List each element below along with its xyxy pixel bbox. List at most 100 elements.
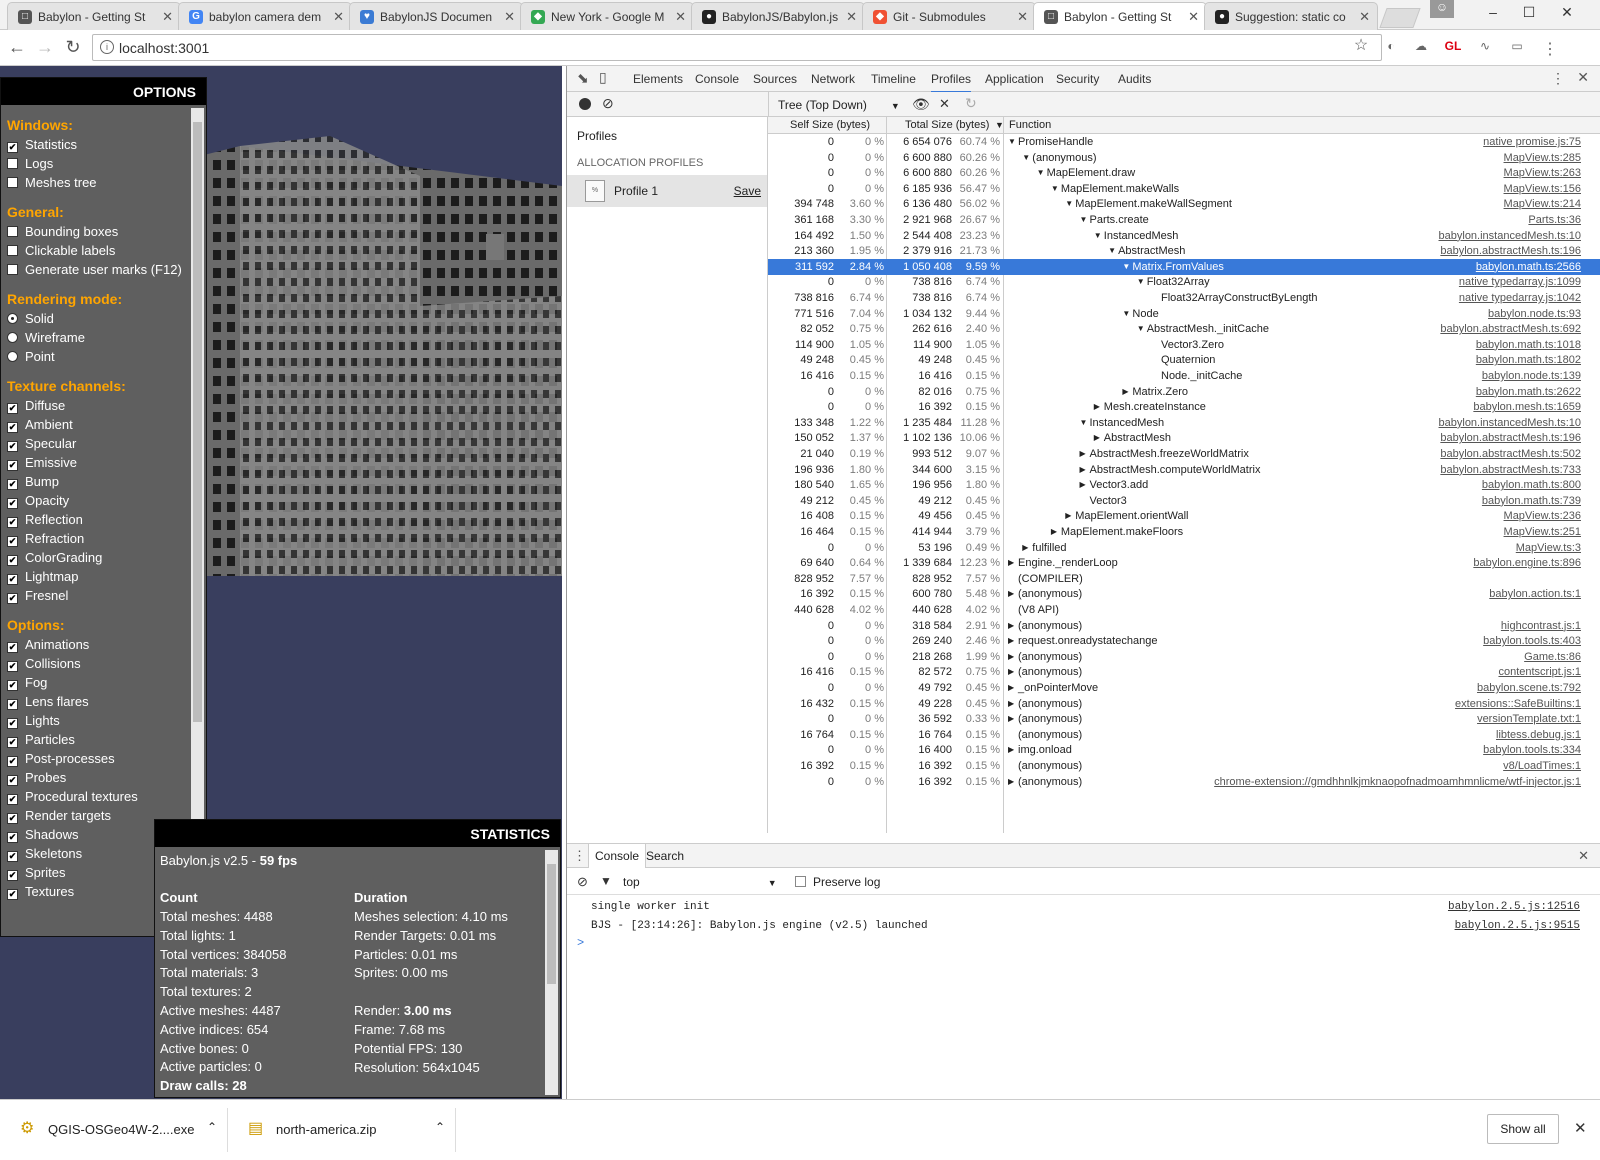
checkbox[interactable]: ✔ — [7, 889, 18, 900]
table-row[interactable]: 0 0 % 16 392 0.15 % ▶ (anonymous) chrome-exten… — [768, 774, 1600, 790]
info-icon[interactable]: i — [100, 40, 114, 54]
option-item[interactable]: ✔ Lens flares — [1, 692, 206, 711]
devtools-tab[interactable]: Network — [811, 72, 855, 86]
checkbox[interactable]: ✔ — [7, 718, 18, 729]
save-link[interactable]: Save — [734, 184, 761, 198]
option-item[interactable]: Solid — [1, 309, 206, 328]
profile-item[interactable]: % Profile 1 Save — [567, 175, 767, 207]
collapsed-triangle-icon[interactable]: ▶ — [1008, 774, 1014, 790]
table-row[interactable]: 440 628 4.02 % 440 628 4.02 % (V8 API) — [768, 602, 1600, 618]
table-row[interactable]: 394 748 3.60 % 6 136 480 56.02 % ▼ MapElement… — [768, 196, 1600, 212]
focus-eye-icon[interactable]: 👁 — [912, 96, 930, 113]
option-item[interactable]: Meshes tree — [1, 173, 206, 192]
checkbox[interactable]: ✔ — [7, 870, 18, 881]
checkbox[interactable]: ✔ — [7, 699, 18, 710]
exclude-icon[interactable]: ✕ — [939, 96, 950, 112]
table-row[interactable]: 0 0 % 218 268 1.99 % ▶ (anonymous) Game.ts:86 — [768, 649, 1600, 665]
expanded-triangle-icon[interactable]: ▼ — [1065, 196, 1073, 212]
source-link[interactable]: MapView.ts:263 — [1504, 165, 1581, 181]
option-item[interactable]: ✔ Lightmap — [1, 567, 206, 586]
close-tab-icon[interactable]: ✕ — [504, 9, 515, 25]
collapsed-triangle-icon[interactable]: ▶ — [1122, 384, 1128, 400]
close-tab-icon[interactable]: ✕ — [846, 9, 857, 25]
source-link[interactable]: MapView.ts:251 — [1504, 524, 1581, 540]
source-link[interactable]: MapView.ts:3 — [1516, 540, 1581, 556]
extension-contrast-icon[interactable]: ◐ — [1381, 39, 1401, 53]
collapsed-triangle-icon[interactable]: ▶ — [1094, 399, 1100, 415]
source-link[interactable]: babylon.tools.ts:403 — [1483, 633, 1581, 649]
collapsed-triangle-icon[interactable]: ▶ — [1008, 618, 1014, 634]
record-icon[interactable] — [579, 98, 591, 110]
maximize-icon[interactable]: ☐ — [1514, 4, 1544, 21]
expanded-triangle-icon[interactable]: ▼ — [1008, 134, 1016, 150]
source-link[interactable]: MapView.ts:156 — [1504, 181, 1581, 197]
source-link[interactable]: babylon.abstractMesh.ts:733 — [1440, 462, 1581, 478]
option-item[interactable]: ✔ Fog — [1, 673, 206, 692]
extension-box-icon[interactable]: ▭ — [1507, 39, 1527, 53]
devtools-tab[interactable]: Timeline — [871, 72, 916, 86]
checkbox[interactable]: ✔ — [7, 441, 18, 452]
table-row[interactable]: 0 0 % 269 240 2.46 % ▶ request.onreadystatech… — [768, 633, 1600, 649]
inspect-icon[interactable]: ⬊ — [577, 70, 589, 87]
close-tab-icon[interactable]: ✕ — [1359, 9, 1370, 25]
option-item[interactable]: ✔ Lights — [1, 711, 206, 730]
source-link[interactable]: babylon.abstractMesh.ts:502 — [1440, 446, 1581, 462]
close-drawer-icon[interactable]: ✕ — [1578, 848, 1589, 864]
table-row[interactable]: 49 248 0.45 % 49 248 0.45 % Quaternion babylo… — [768, 352, 1600, 368]
source-link[interactable]: babylon.scene.ts:792 — [1477, 680, 1581, 696]
table-row[interactable]: 16 464 0.15 % 414 944 3.79 % ▶ MapElement.mak… — [768, 524, 1600, 540]
source-link[interactable]: babylon.tools.ts:334 — [1483, 742, 1581, 758]
table-row[interactable]: 16 432 0.15 % 49 228 0.45 % ▶ (anonymous) exte… — [768, 696, 1600, 712]
source-link[interactable]: babylon.abstractMesh.ts:196 — [1440, 243, 1581, 259]
browser-tab[interactable]: BabylonJS Documen ♥ ✕ — [349, 2, 523, 30]
table-row[interactable]: 164 492 1.50 % 2 544 408 23.23 % ▼ InstancedM… — [768, 228, 1600, 244]
checkbox[interactable] — [7, 245, 18, 256]
devtools-tab[interactable]: Elements — [633, 72, 683, 86]
browser-tab[interactable]: New York - Google M ◆ ✕ — [520, 2, 694, 30]
close-tab-icon[interactable]: ✕ — [1017, 9, 1028, 25]
option-item[interactable]: Logs — [1, 154, 206, 173]
table-row[interactable]: 21 040 0.19 % 993 512 9.07 % ▶ AbstractMesh.f… — [768, 446, 1600, 462]
collapsed-triangle-icon[interactable]: ▶ — [1080, 446, 1086, 462]
collapsed-triangle-icon[interactable]: ▶ — [1051, 524, 1057, 540]
total-size-header[interactable]: Total Size (bytes) — [905, 117, 989, 133]
option-item[interactable]: ✔ Bump — [1, 472, 206, 491]
table-row[interactable]: 0 0 % 16 392 0.15 % ▶ Mesh.createInstance baby… — [768, 399, 1600, 415]
collapsed-triangle-icon[interactable]: ▶ — [1065, 508, 1071, 524]
option-item[interactable]: ✔ Diffuse — [1, 396, 206, 415]
checkbox[interactable]: ✔ — [7, 593, 18, 604]
table-row[interactable]: 0 0 % 16 400 0.15 % ▶ img.onload babylon.tools… — [768, 742, 1600, 758]
option-item[interactable]: Bounding boxes — [1, 222, 206, 241]
table-row[interactable]: 16 408 0.15 % 49 456 0.45 % ▶ MapElement.orie… — [768, 508, 1600, 524]
option-item[interactable]: ✔ Fresnel — [1, 586, 206, 605]
checkbox[interactable]: ✔ — [7, 642, 18, 653]
source-link[interactable]: babylon.node.ts:139 — [1482, 368, 1581, 384]
expanded-triangle-icon[interactable]: ▼ — [1037, 165, 1045, 181]
table-row[interactable]: 16 416 0.15 % 82 572 0.75 % ▶ (anonymous) cont… — [768, 664, 1600, 680]
checkbox[interactable]: ✔ — [7, 794, 18, 805]
source-link[interactable]: contentscript.js:1 — [1498, 664, 1581, 680]
preserve-log-toggle[interactable]: Preserve log — [795, 875, 880, 889]
self-size-header[interactable]: Self Size (bytes) — [790, 117, 870, 133]
new-tab-button[interactable] — [1379, 8, 1421, 28]
collapsed-triangle-icon[interactable]: ▶ — [1008, 696, 1014, 712]
close-tab-icon[interactable]: ✕ — [1188, 9, 1199, 25]
source-link[interactable]: babylon.abstractMesh.ts:692 — [1440, 321, 1581, 337]
table-row[interactable]: 311 592 2.84 % 1 050 408 9.59 % ▼ Matrix.From… — [768, 258, 1600, 275]
option-item[interactable]: Clickable labels — [1, 241, 206, 260]
table-row[interactable]: 0 0 % 6 600 880 60.26 % ▼ (anonymous) MapView.… — [768, 150, 1600, 166]
expanded-triangle-icon[interactable]: ▼ — [1080, 415, 1088, 431]
minimize-icon[interactable]: – — [1478, 4, 1508, 20]
context-select[interactable]: top ▼ — [623, 875, 777, 889]
table-row[interactable]: 0 0 % 53 196 0.49 % ▶ fulfilled MapView.ts:3 — [768, 540, 1600, 556]
table-row[interactable]: 196 936 1.80 % 344 600 3.15 % ▶ AbstractMesh.… — [768, 462, 1600, 478]
radio-button[interactable] — [7, 332, 18, 343]
checkbox[interactable]: ✔ — [7, 661, 18, 672]
collapsed-triangle-icon[interactable]: ▶ — [1008, 680, 1014, 696]
checkbox[interactable] — [7, 177, 18, 188]
option-item[interactable]: Point — [1, 347, 206, 366]
browser-tab[interactable]: Babylon - Getting St □ ✕ — [7, 2, 181, 30]
expanded-triangle-icon[interactable]: ▼ — [1122, 259, 1130, 275]
source-link[interactable]: babylon.math.ts:2622 — [1476, 384, 1581, 400]
table-row[interactable]: 49 212 0.45 % 49 212 0.45 % Vector3 babylon.m… — [768, 493, 1600, 509]
